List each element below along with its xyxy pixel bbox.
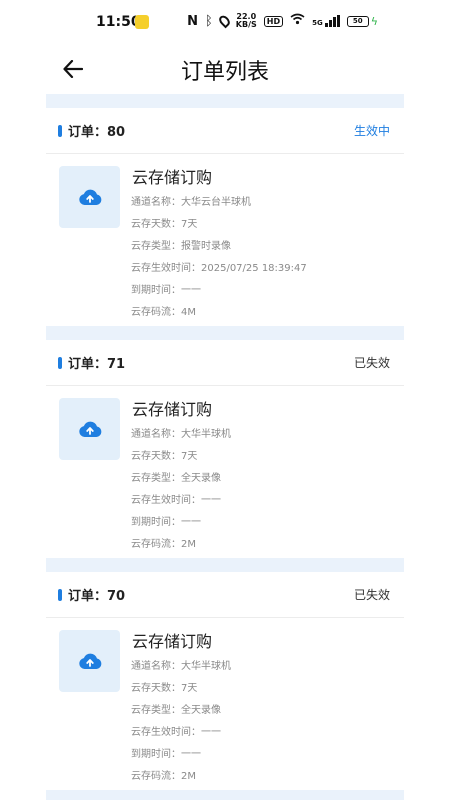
bluetooth-icon: ᛒ (204, 13, 213, 29)
nav-bar: 订单列表 (0, 44, 450, 94)
order-status-badge: 已失效 (353, 588, 390, 602)
order-card[interactable]: 订单：70 已失效 云存储订购 通道名称：大华半球机 云存天数：7天云存类型：全天… (46, 572, 404, 790)
section-divider (46, 558, 404, 572)
battery-level: 50 (346, 15, 369, 27)
detail-line: 通道名称：大华半球机 (131, 429, 231, 440)
detail-line: 云存码流：2M (131, 539, 196, 550)
detail-line: 云存天数：7天 (131, 219, 198, 230)
order-status-badge: 生效中 (353, 124, 390, 138)
network-type: 5G (312, 19, 323, 27)
section-divider (46, 94, 404, 108)
order-body: 云存储订购 通道名称：大华半球机 云存天数：7天云存类型：全天录像 云存生效时间：一… (46, 618, 404, 790)
detail-line: 云存码流：2M (131, 771, 196, 782)
section-divider (46, 790, 404, 800)
cloud-upload-icon (78, 653, 101, 669)
page-title: 订单列表 (180, 60, 269, 85)
order-id: 订单：80 (58, 121, 125, 140)
order-body: 云存储订购 通道名称：大华云台半球机 云存天数：7天云存类型：报警时录像云存生效时… (46, 154, 404, 326)
order-header: 订单：71 已失效 (46, 340, 404, 386)
detail-line: 通道名称：大华半球机 (131, 661, 231, 672)
order-id-label: 订单：80 (68, 125, 126, 140)
detail-list: 通道名称：大华半球机 云存天数：7天云存类型：全天录像 云存生效时间：一一 到期时间：… (131, 424, 231, 556)
accent-bar (58, 124, 62, 137)
detail-list: 通道名称：大华云台半球机 云存天数：7天云存类型：报警时录像云存生效时间：2025… (131, 192, 307, 324)
order-id-label: 订单：71 (68, 357, 126, 372)
accent-bar (58, 356, 62, 369)
detail-line: 云存天数：7天 (131, 451, 198, 462)
detail-line: 通道名称：大华云台半球机 (131, 197, 251, 208)
detail-line: 到期时间：一一 (131, 285, 201, 296)
product-name: 云存储订购 (132, 400, 213, 419)
cloud-thumbnail (59, 166, 120, 228)
detail-list: 通道名称：大华半球机 云存天数：7天云存类型：全天录像 云存生效时间：一一 到期时间：… (131, 656, 231, 788)
order-header: 订单：70 已失效 (46, 572, 404, 618)
detail-line: 云存生效时间：2025/07/25 18:39:47 (131, 263, 307, 274)
order-status-badge: 已失效 (353, 356, 390, 370)
detail-line: 到期时间：一一 (131, 517, 201, 528)
detail-line: 云存类型：全天录像 (131, 473, 221, 484)
order-id: 订单：70 (58, 585, 125, 604)
detail-line: 到期时间：一一 (131, 749, 201, 760)
cloud-upload-icon (78, 189, 101, 205)
status-time: 11:50 (96, 14, 141, 30)
product-name: 云存储订购 (132, 168, 213, 187)
detail-line: 云存类型：全天录像 (131, 705, 221, 716)
order-id: 订单：71 (58, 353, 125, 372)
order-id-label: 订单：70 (68, 589, 126, 604)
cloud-thumbnail (59, 398, 120, 460)
order-header: 订单：80 生效中 (46, 108, 404, 154)
detail-line: 云存生效时间：一一 (131, 727, 221, 738)
cloud-upload-icon (78, 421, 101, 437)
cloud-thumbnail (59, 630, 120, 692)
wifi-icon (290, 13, 305, 29)
status-icons: N ᛒ 22.0 KB/S HD 5G 50 ϟ (187, 13, 378, 29)
network-speed: 22.0 KB/S (236, 13, 257, 29)
detail-line: 云存类型：报警时录像 (131, 241, 231, 252)
product-name: 云存储订购 (132, 632, 213, 651)
detail-line: 云存天数：7天 (131, 683, 198, 694)
hd-icon: HD (263, 15, 284, 27)
location-icon (216, 13, 232, 29)
detail-line: 云存生效时间：一一 (131, 495, 221, 506)
cellular-signal-icon: 5G (312, 15, 340, 27)
section-divider (46, 326, 404, 340)
order-list: 订单：80 生效中 云存储订购 通道名称：大华云台半球机 云存天数：7天云存类型：… (46, 94, 404, 800)
detail-line: 云存码流：4M (131, 307, 196, 318)
order-card[interactable]: 订单：80 生效中 云存储订购 通道名称：大华云台半球机 云存天数：7天云存类型：… (46, 108, 404, 326)
order-card[interactable]: 订单：71 已失效 云存储订购 通道名称：大华半球机 云存天数：7天云存类型：全天… (46, 340, 404, 558)
battery-icon: 50 ϟ (346, 14, 378, 28)
accent-bar (58, 588, 62, 601)
network-speed-unit: KB/S (235, 20, 257, 29)
order-body: 云存储订购 通道名称：大华半球机 云存天数：7天云存类型：全天录像 云存生效时间：一… (46, 386, 404, 558)
nfc-icon: N (187, 13, 198, 29)
status-bar: 11:50 N ᛒ 22.0 KB/S HD 5G 50 ϟ (0, 0, 450, 44)
charging-icon: ϟ (370, 14, 378, 28)
notification-icon (135, 15, 149, 29)
